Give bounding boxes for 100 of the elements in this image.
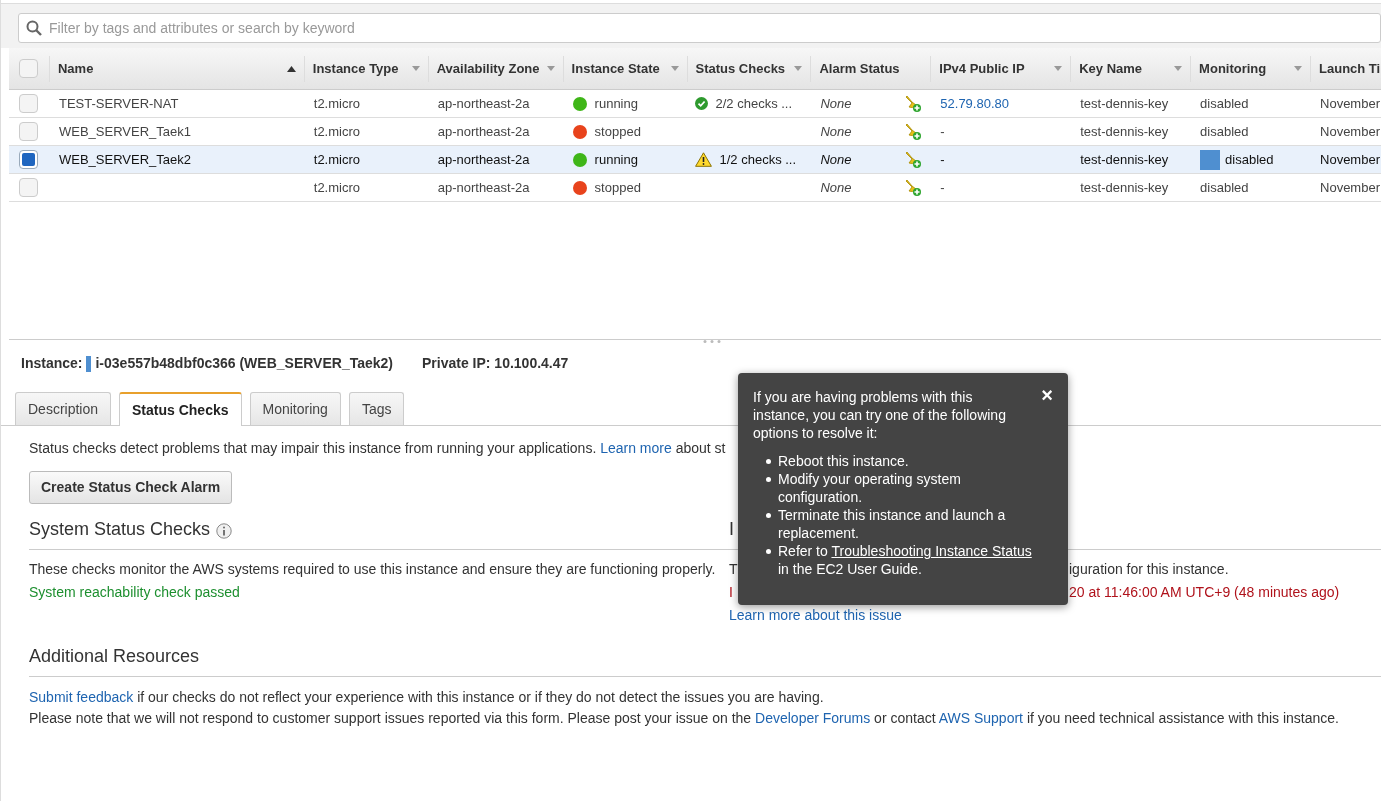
table-cell: - [940,179,945,195]
table-cell: WEB_SERVER_Taek1 [58,123,191,139]
instance-id: i-03e557b48dbf0c366 (WEB_SERVER_Taek2) [95,354,393,373]
warning-icon [694,152,712,167]
table-cell: WEB_SERVER_Taek2 [58,151,191,167]
table-cell: ap-northeast-2a [437,179,530,195]
table-cell[interactable]: 2/2 checks ... [715,93,793,114]
intro-text: Status checks detect problems that may impair this instance from running your applications. Learn more about st [29,439,727,458]
resource-link[interactable]: Submit feedback [29,689,134,705]
section-title: System Status Checks [29,518,211,541]
table-cell: November [1320,123,1380,139]
bullet-icon [766,459,771,464]
caret-icon[interactable] [411,66,420,71]
bullet-icon [766,513,771,518]
info-icon[interactable] [216,522,233,539]
troubleshooting-link[interactable]: Troubleshooting Instance Status [831,543,1032,559]
close-button[interactable]: × [1041,385,1053,405]
row-checkbox[interactable] [19,150,39,169]
error-fragment: I [729,584,733,600]
table-cell: t2.micro [313,179,360,195]
resources-text: Please note that we will not respond to customer support issues reported via this form. Please post your issue on the [29,710,752,726]
resource-link[interactable]: Developer Forums [755,710,871,726]
column-header[interactable]: Monitoring [1190,55,1310,82]
tab[interactable]: Tags [348,392,405,425]
error-fragment: 20 at 11:46:00 AM UTC+9 (48 minutes ago) [1069,583,1340,602]
instance-label: Instance: [21,354,83,373]
row-checkbox[interactable] [19,122,39,141]
table-cell: - [940,123,945,139]
table-cell: November [1320,151,1380,167]
bullet-icon [766,477,771,482]
caret-icon[interactable] [794,66,803,71]
search-field[interactable]: Filter by tags and attributes or search by keyword [18,13,1381,43]
table-cell: test-dennis-key [1080,179,1169,195]
table-cell: ap-northeast-2a [437,95,530,111]
sort-up-icon[interactable] [286,65,296,72]
alarm-add-icon[interactable] [904,122,923,141]
caret-icon[interactable] [1174,66,1183,71]
column-header[interactable]: Name [48,55,304,82]
tab[interactable]: Status Checks [119,392,242,426]
description-fragment: T [729,561,738,577]
table-cell: t2.micro [313,123,360,139]
column-header[interactable]: Key Name [1070,55,1191,82]
section-title: Additional Resources [29,643,1381,677]
tab[interactable]: Description [15,392,112,425]
table-cell-text: running [594,150,638,169]
table-cell-text: disabled [1225,150,1274,169]
resource-link[interactable]: AWS Support [938,710,1023,726]
caret-icon[interactable] [546,66,555,71]
option-text: Reboot this instance. [778,452,910,470]
section-description: These checks monitor the AWS systems required to use this instance and ensure they are functioning properly. [29,560,717,579]
option-text: Modify your operating system configuration. [778,470,962,506]
instance-marker-icon [86,355,92,372]
monitoring-marker-icon [1200,149,1221,170]
learn-more-link[interactable]: Learn more about this issue [729,605,1340,626]
bullet-icon [766,549,771,554]
table-cell: ap-northeast-2a [437,151,530,167]
check-circle-icon [694,97,708,110]
table-cell: test-dennis-key [1080,151,1169,167]
table-cell-text: disabled [1200,94,1249,113]
search-icon [26,20,42,36]
table-row[interactable]: WEB_SERVER_Taek2 t2.micro ap-northeast-2a running 1/2 checks ... None - test-dennis-key disabled November [9,146,1381,174]
caret-icon[interactable] [1294,66,1302,71]
description-fragment: iguration for this instance. [1069,560,1229,579]
table-cell: November [1320,179,1380,195]
create-alarm-button[interactable]: Create Status Check Alarm [29,471,233,504]
caret-icon[interactable] [670,66,679,71]
row-checkbox[interactable] [19,59,39,78]
tab[interactable]: Monitoring [249,392,341,425]
alarm-add-icon[interactable] [904,178,923,197]
table-cell-text: disabled [1200,178,1249,197]
column-header[interactable]: IPv4 Public IP [930,55,1071,82]
table-cell-text: None [820,94,852,113]
column-header[interactable]: Instance Type [303,55,428,82]
ip-link[interactable]: 52.79.80.80 [940,95,1009,111]
private-ip: Private IP: 10.100.4.47 [422,354,569,373]
row-checkbox[interactable] [19,178,39,197]
option-text: Refer to Troubleshooting Instance Status in the EC2 User Guide. [778,542,1033,578]
table-cell: TEST-SERVER-NAT [58,95,179,111]
column-header[interactable]: Status Checks [686,55,811,82]
column-header[interactable]: Instance State [562,55,687,82]
table-cell: ap-northeast-2a [437,123,530,139]
table-cell[interactable]: 1/2 checks ... [719,149,797,170]
table-cell-text: None [820,122,852,141]
caret-icon[interactable] [1054,66,1063,71]
row-checkbox[interactable] [19,94,39,113]
column-header[interactable]: Availability Zone [427,55,563,82]
column-header[interactable]: Launch Ti [1310,55,1381,82]
table-cell: t2.micro [313,95,360,111]
resources-text: if our checks do not reflect your experience with this instance or if they do not detect the issues you are having. [137,689,824,705]
resources-text: or contact [874,710,936,726]
option-text: Terminate this instance and launch a replacement. [778,506,1007,542]
table-cell: November [1320,95,1380,111]
table-cell: test-dennis-key [1080,95,1169,111]
popover-text: If you are having problems with this instance, you can try one of the following options to resolve it: [753,388,1007,442]
alarm-add-icon[interactable] [904,150,923,169]
learn-more-link[interactable]: Learn more [600,440,672,456]
check-result: System reachability check passed [29,583,241,602]
table-cell-text: stopped [594,178,641,197]
column-header[interactable]: Alarm Status [810,55,931,82]
alarm-add-icon[interactable] [904,94,923,113]
